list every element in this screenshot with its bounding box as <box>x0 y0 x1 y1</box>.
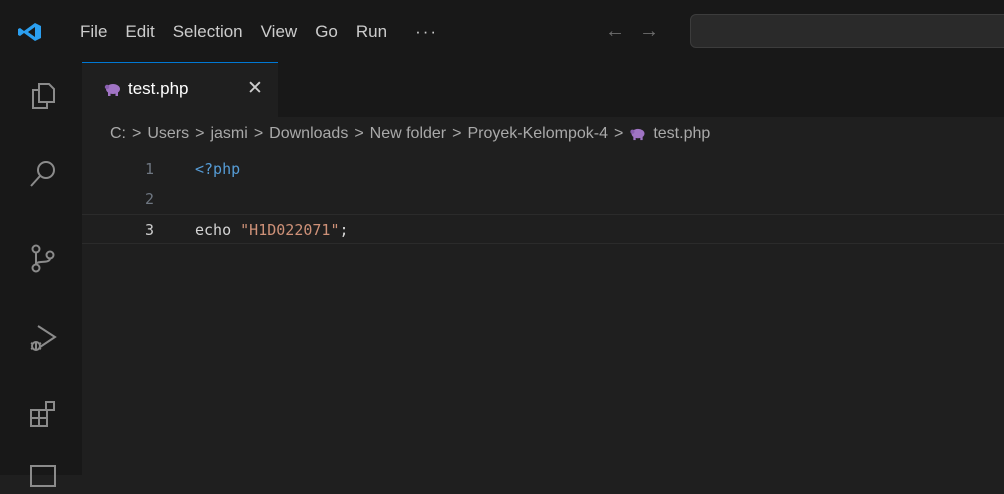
explorer-icon[interactable] <box>27 80 59 112</box>
breadcrumb-item-project[interactable]: Proyek-Kelompok-4 <box>467 125 608 143</box>
tab-test-php[interactable]: test.php ✕ <box>82 62 278 117</box>
semicolon: ; <box>339 221 349 239</box>
breadcrumb-item-file[interactable]: test.php <box>653 125 710 143</box>
string-literal: "H1D022071" <box>240 221 340 239</box>
menu-edit[interactable]: Edit <box>125 22 154 42</box>
line-number: 2 <box>144 190 154 208</box>
menu-selection[interactable]: Selection <box>173 22 243 42</box>
breadcrumb-separator: > <box>195 125 205 142</box>
breadcrumb-item-users[interactable]: Users <box>147 125 189 143</box>
menu-go[interactable]: Go <box>315 22 338 42</box>
breadcrumb-separator: > <box>132 125 142 142</box>
menu-run[interactable]: Run <box>356 22 387 42</box>
tab-label: test.php <box>128 79 189 98</box>
php-open-tag: <?php <box>195 160 241 178</box>
menu-more-button[interactable]: ··· <box>415 22 438 42</box>
extensions-icon[interactable] <box>27 398 59 430</box>
source-control-icon[interactable] <box>27 242 59 274</box>
breadcrumb-separator: > <box>253 125 264 142</box>
code-editor[interactable]: 1 <?php 2 3 echo "H1D022071"; <box>82 150 1004 475</box>
menu-view[interactable]: View <box>261 22 298 42</box>
forward-arrow-icon[interactable]: → <box>639 20 659 42</box>
breadcrumb-item-downloads[interactable]: Downloads <box>269 125 348 143</box>
breadcrumb-item-drive[interactable]: C: <box>110 125 126 143</box>
menu-bar: File Edit Selection View Go Run ··· <box>80 22 456 42</box>
line-number: 3 <box>144 221 154 239</box>
code-line[interactable]: 1 <?php <box>82 154 1004 184</box>
line-number: 1 <box>144 160 154 178</box>
tab-bar: test.php ✕ <box>82 62 1004 117</box>
close-icon[interactable]: ✕ <box>247 77 263 100</box>
code-line-current[interactable]: 3 echo "H1D022071"; <box>82 214 1004 244</box>
breadcrumb: C: > Users > jasmi > Downloads > New fol… <box>110 125 710 143</box>
run-debug-icon[interactable] <box>27 322 59 354</box>
breadcrumb-item-jasmi[interactable]: jasmi <box>210 125 247 143</box>
breadcrumb-separator: > <box>354 125 364 142</box>
code-content[interactable]: <?php <box>195 154 240 184</box>
echo-keyword: echo <box>195 221 241 239</box>
breadcrumb-separator: > <box>613 125 624 142</box>
command-center-search[interactable] <box>690 14 1004 48</box>
menu-file[interactable]: File <box>80 22 107 42</box>
breadcrumb-item-new-folder[interactable]: New folder <box>370 125 446 143</box>
navigation-arrows: ← → <box>605 20 659 42</box>
code-content[interactable]: echo "H1D022071"; <box>195 215 349 245</box>
panel-icon[interactable] <box>27 462 59 494</box>
breadcrumb-separator: > <box>452 125 462 142</box>
vscode-logo-icon[interactable] <box>18 22 42 42</box>
activity-bar <box>0 62 82 487</box>
title-bar: File Edit Selection View Go Run ··· ← → <box>0 0 1004 62</box>
search-icon[interactable] <box>27 158 59 190</box>
code-line[interactable]: 2 <box>82 184 1004 214</box>
back-arrow-icon[interactable]: ← <box>605 20 625 42</box>
php-file-icon <box>104 84 120 96</box>
php-file-icon <box>630 128 645 140</box>
